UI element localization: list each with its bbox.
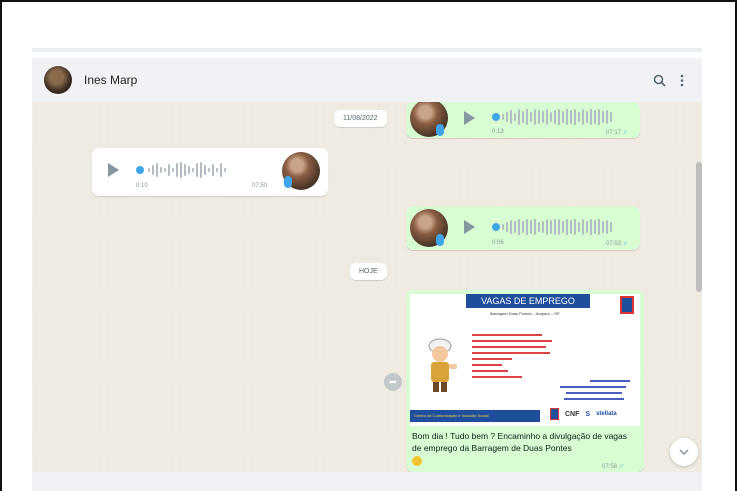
play-icon[interactable] <box>108 163 119 177</box>
composer-strip[interactable] <box>32 472 702 491</box>
contact-name[interactable]: Ines Marp <box>84 73 137 87</box>
playback-knob[interactable] <box>136 166 144 174</box>
voice-message-incoming[interactable]: 0:10 07:50 <box>92 148 328 196</box>
cnf-logo: CNF <box>565 410 580 418</box>
message-time: 07:17 ✓ <box>606 130 629 136</box>
playback-knob[interactable] <box>492 223 500 231</box>
mic-icon <box>436 234 444 246</box>
scroll-down-button[interactable] <box>670 438 698 466</box>
avatar[interactable] <box>44 66 72 94</box>
message-time: 07:50 <box>252 183 268 189</box>
worker-illustration <box>428 338 457 392</box>
voice-message-outgoing[interactable]: 0:13 07:17 ✓ <box>406 102 640 138</box>
chat-area[interactable]: 11/08/2022 0:13 07:17 ✓ 0:10 07:50 0:06 0… <box>32 102 702 472</box>
date-chip: HOJE <box>350 263 387 280</box>
read-ticks-icon: ✓ <box>623 241 629 247</box>
poster-blue-lines <box>560 380 630 404</box>
chevron-down-icon <box>679 449 689 455</box>
top-strip <box>32 48 702 52</box>
voice-duration: 0:13 <box>492 129 504 135</box>
message-time: 07:53 ✓ <box>606 241 629 247</box>
poster-logos: CNF S stellata <box>550 408 617 420</box>
search-icon[interactable] <box>653 74 666 87</box>
message-caption: Bom dia ! Tudo bem ? Encaminho a divulga… <box>412 430 634 466</box>
s-logo: S <box>585 410 591 418</box>
voice-message-outgoing[interactable]: 0:06 07:53 ✓ <box>406 206 640 250</box>
poster-title: VAGAS DE EMPREGO <box>466 294 590 308</box>
scrollbar[interactable] <box>696 162 702 292</box>
chat-header: Ines Marp <box>32 58 702 102</box>
forward-icon[interactable]: ➦ <box>384 373 402 391</box>
poster-red-lines <box>472 334 552 382</box>
voice-duration: 0:10 <box>136 183 148 189</box>
play-icon[interactable] <box>464 220 475 234</box>
mic-icon <box>436 124 444 136</box>
read-ticks-icon: ✓ <box>619 464 625 470</box>
read-ticks-icon: ✓ <box>623 130 629 136</box>
playback-knob[interactable] <box>492 113 500 121</box>
poster-logo <box>620 296 634 314</box>
stellata-logo: stellata <box>596 411 617 417</box>
voice-duration: 0:06 <box>492 240 504 246</box>
mic-icon <box>284 176 292 188</box>
waveform[interactable] <box>148 161 226 179</box>
poster-subtitle: Barragem Duas Pontes – Amparo – SP <box>490 311 560 316</box>
waveform[interactable] <box>502 218 612 236</box>
play-icon[interactable] <box>464 111 475 125</box>
date-chip: 11/08/2022 <box>334 110 387 127</box>
poster-footer: Centro de Comunicação e Inclusão Social <box>410 410 540 422</box>
kebab-menu-icon[interactable] <box>680 74 684 87</box>
job-poster-image[interactable]: VAGAS DE EMPREGO Barragem Duas Pontes – … <box>410 294 640 426</box>
emoji-wink-icon <box>412 455 422 466</box>
waveform[interactable] <box>502 108 612 126</box>
message-time: 07:58 ✓ <box>602 464 625 470</box>
image-message-outgoing[interactable]: VAGAS DE EMPREGO Barragem Duas Pontes – … <box>406 290 644 472</box>
